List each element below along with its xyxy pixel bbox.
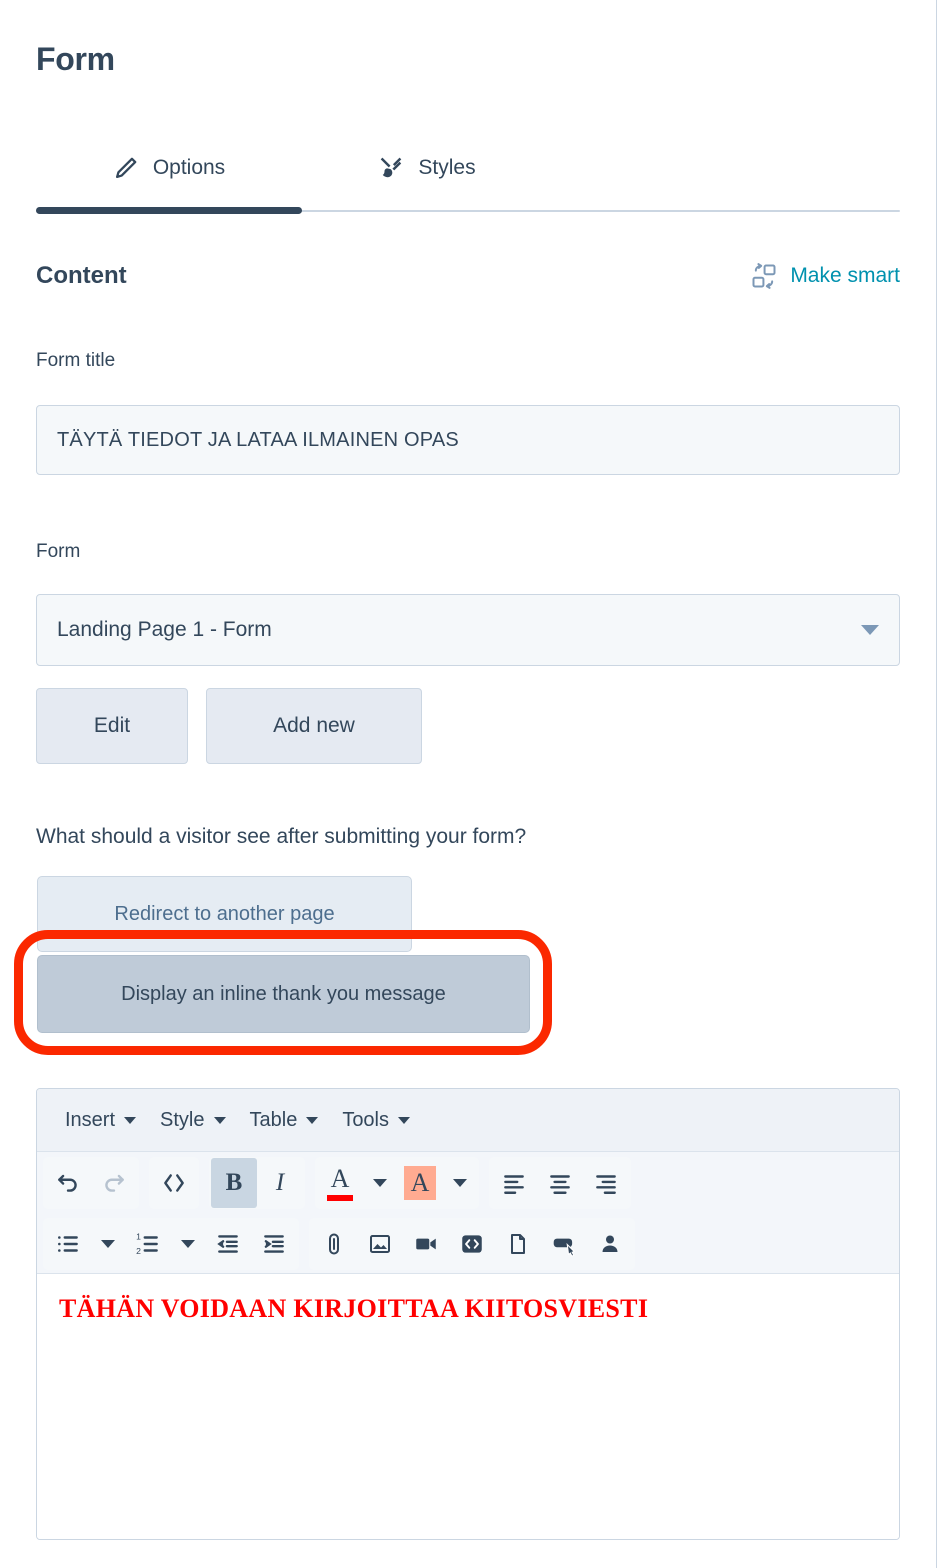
add-new-form-button[interactable]: Add new [206,688,422,764]
menu-insert[interactable]: Insert [53,1100,148,1140]
menu-tools-label: Tools [342,1108,390,1131]
option-display-inline-thank-you-message[interactable]: Display an inline thank you message [37,955,530,1033]
menu-table-label: Table [249,1108,298,1131]
history-group [43,1157,139,1209]
option-redirect-to-another-page[interactable]: Redirect to another page [37,876,412,952]
smart-content-icon [750,262,778,290]
make-smart-button[interactable]: Make smart [750,262,900,290]
undo-icon[interactable] [45,1158,91,1208]
form-select[interactable]: Landing Page 1 - Form [36,594,900,666]
align-right-icon[interactable] [583,1158,629,1208]
list-group: 1 2 [43,1217,299,1270]
editor-menubar: Insert Style Table Tools [37,1089,899,1152]
bullet-list-dropdown-icon[interactable] [91,1219,125,1269]
editor-body-text: TÄHÄN VOIDAAN KIRJOITTAA KIITOSVIESTI [59,1294,649,1323]
align-center-icon[interactable] [537,1158,583,1208]
chevron-down-icon [124,1116,137,1124]
panel-right-divider [936,0,937,1568]
numbered-list-dropdown-icon[interactable] [171,1219,205,1269]
make-smart-label: Make smart [790,264,900,287]
editor-toolbar-row-1: B I A A [37,1152,899,1214]
insert-media-group [309,1217,635,1270]
pencil-icon [113,155,139,181]
highlight-color-icon[interactable]: A [397,1158,443,1208]
cta-button-icon[interactable] [541,1219,587,1269]
rich-text-editor: Insert Style Table Tools B I A A 1 2 TÄH… [36,1088,900,1540]
form-action-buttons: Edit Add new [36,688,422,764]
numbered-list-icon[interactable]: 1 2 [125,1219,171,1269]
bold-icon[interactable]: B [211,1158,257,1208]
text-color-icon[interactable]: A [317,1158,363,1208]
text-color-dropdown-icon[interactable] [363,1158,397,1208]
image-icon[interactable] [357,1219,403,1269]
chevron-down-icon [213,1116,226,1124]
editor-content-area[interactable]: TÄHÄN VOIDAAN KIRJOITTAA KIITOSVIESTI [37,1274,899,1539]
content-heading: Content [36,262,127,289]
post-submit-question: What should a visitor see after submitti… [36,825,527,848]
page-title: Form [36,41,115,77]
redo-icon[interactable] [91,1158,137,1208]
tab-options-label: Options [152,156,226,179]
menu-style[interactable]: Style [148,1100,237,1140]
form-title-input[interactable] [36,405,900,475]
link-icon[interactable] [311,1219,357,1269]
edit-form-button[interactable]: Edit [36,688,188,764]
bullet-list-icon[interactable] [45,1219,91,1269]
svg-text:2: 2 [136,1245,141,1255]
form-select-value: Landing Page 1 - Form [57,618,272,641]
svg-text:1: 1 [136,1231,141,1241]
source-code-icon[interactable] [151,1158,197,1208]
italic-icon[interactable]: I [257,1158,303,1208]
chevron-down-icon [398,1116,411,1124]
editor-toolbar-row-2: 1 2 [37,1214,899,1274]
alignment-group [489,1157,631,1209]
form-title-label: Form title [36,350,116,371]
paintbrush-icon [378,155,404,181]
menu-tools[interactable]: Tools [330,1100,422,1140]
tab-active-indicator [36,207,302,214]
tab-styles[interactable]: Styles [302,140,552,196]
embed-code-icon[interactable] [449,1219,495,1269]
content-section-header: Content Make smart [36,258,900,294]
menu-insert-label: Insert [65,1108,116,1131]
form-select-label: Form [36,541,81,562]
source-group [149,1157,199,1209]
chevron-down-icon [306,1116,319,1124]
text-color-swatch [327,1194,353,1201]
video-icon[interactable] [403,1219,449,1269]
align-left-icon[interactable] [491,1158,537,1208]
tab-bar: Options Styles [36,140,900,196]
menu-table[interactable]: Table [238,1100,331,1140]
personalize-icon[interactable] [587,1219,633,1269]
chevron-down-icon [861,625,879,635]
highlight-color-dropdown-icon[interactable] [443,1158,477,1208]
menu-style-label: Style [160,1108,205,1131]
text-style-group: B I [209,1157,305,1209]
tab-options[interactable]: Options [36,140,302,196]
file-icon[interactable] [495,1219,541,1269]
outdent-icon[interactable] [205,1219,251,1269]
color-group: A A [315,1157,479,1209]
form-module-panel: Form Options Styles Content Make smart F… [0,0,936,1568]
indent-icon[interactable] [251,1219,297,1269]
tab-styles-label: Styles [418,156,476,179]
